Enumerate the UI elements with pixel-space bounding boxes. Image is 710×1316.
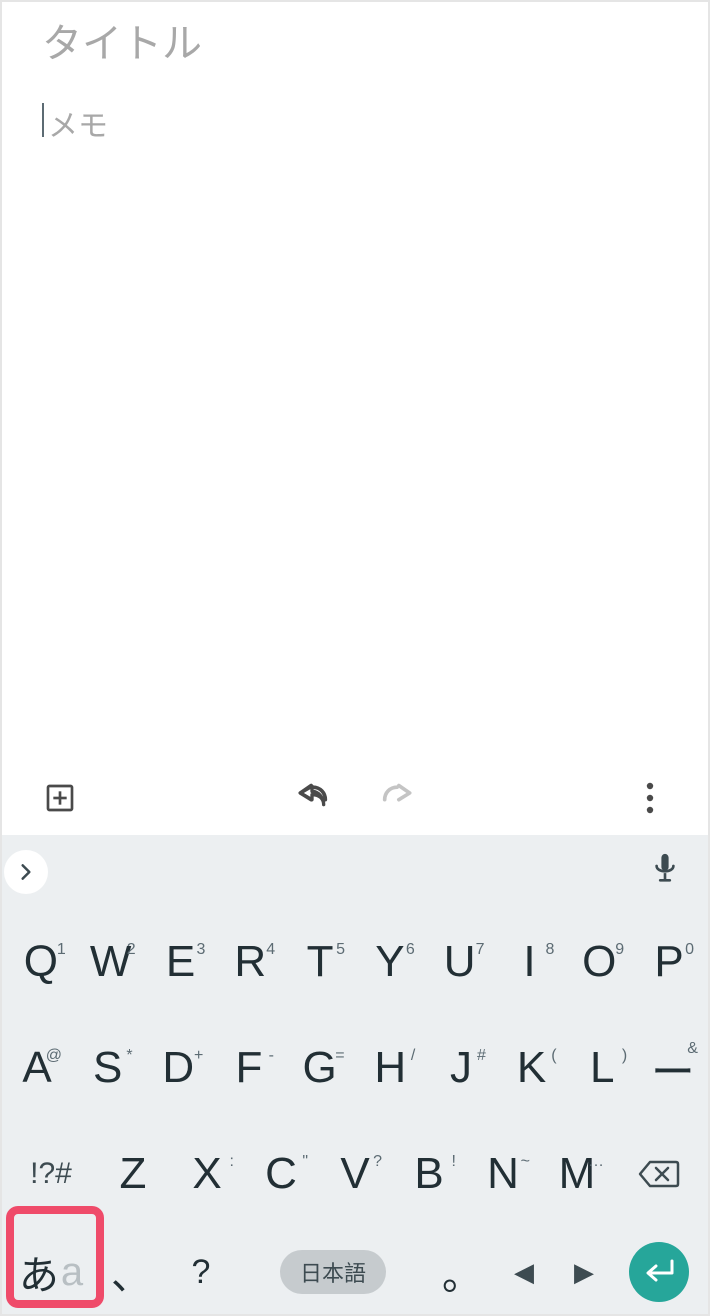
enter-key[interactable] (614, 1242, 704, 1302)
enter-icon (642, 1259, 676, 1285)
text-cursor (42, 103, 44, 137)
lang-inactive-label: a (61, 1250, 83, 1295)
triangle-left-icon: ◀ (514, 1257, 534, 1288)
key-d[interactable]: +D (143, 1043, 213, 1093)
voice-input-button[interactable] (650, 852, 680, 893)
key-m[interactable]: …M (540, 1149, 614, 1199)
question-key[interactable]: ? (166, 1253, 236, 1292)
key-z[interactable]: Z (96, 1149, 170, 1199)
key-v[interactable]: ?V (318, 1149, 392, 1199)
more-button[interactable] (628, 776, 672, 820)
key-l[interactable]: )L (567, 1043, 637, 1093)
spacebar-key[interactable]: 日本語 (236, 1250, 430, 1294)
redo-button[interactable] (376, 776, 420, 820)
key-h[interactable]: /H (355, 1043, 425, 1093)
note-body-input[interactable] (42, 101, 668, 701)
add-button[interactable] (38, 776, 82, 820)
chevron-right-icon (16, 862, 36, 882)
key-s[interactable]: *S (73, 1043, 143, 1093)
comma-key[interactable]: 、 (96, 1243, 166, 1301)
key-b[interactable]: !B (392, 1149, 466, 1199)
key-a[interactable]: @A (2, 1043, 72, 1093)
key-u[interactable]: 7U (425, 937, 495, 987)
note-editor: メモ (2, 2, 708, 835)
note-title-input[interactable] (42, 22, 668, 67)
redo-icon (378, 778, 418, 818)
undo-button[interactable] (290, 776, 334, 820)
key-p[interactable]: 0P (634, 937, 704, 987)
key-k[interactable]: (K (497, 1043, 567, 1093)
key-dash[interactable]: &ー (638, 1036, 708, 1100)
mic-icon (650, 852, 680, 888)
key-y[interactable]: 6Y (355, 937, 425, 987)
spacebar-label: 日本語 (280, 1250, 386, 1294)
keyboard-row-1: 1Q 2W 3E 4R 5T 6Y 7U 8I 9O 0P (2, 909, 708, 1015)
keyboard-row-4: あa 、 ? 日本語 。 ◀ ▶ (2, 1227, 708, 1316)
key-c[interactable]: "C (244, 1149, 318, 1199)
plus-box-icon (44, 782, 76, 814)
key-w[interactable]: 2W (76, 937, 146, 987)
backspace-icon (638, 1158, 680, 1190)
undo-icon (292, 778, 332, 818)
triangle-right-icon: ▶ (574, 1257, 594, 1288)
cursor-left-key[interactable]: ◀ (494, 1257, 554, 1288)
keyboard-header (2, 835, 708, 909)
key-x[interactable]: :X (170, 1149, 244, 1199)
language-toggle-key[interactable]: あa (6, 1243, 96, 1301)
key-n[interactable]: ~N (466, 1149, 540, 1199)
key-e[interactable]: 3E (146, 937, 216, 987)
keyboard-expand-button[interactable] (4, 850, 48, 894)
note-body-wrap[interactable]: メモ (42, 101, 668, 706)
key-t[interactable]: 5T (285, 937, 355, 987)
key-j[interactable]: #J (426, 1043, 496, 1093)
key-f[interactable]: -F (214, 1043, 284, 1093)
key-r[interactable]: 4R (215, 937, 285, 987)
lang-active-label: あ (19, 1243, 59, 1301)
symbols-key[interactable]: !?# (6, 1157, 96, 1191)
period-key[interactable]: 。 (430, 1243, 494, 1301)
more-vert-icon (646, 782, 654, 814)
key-o[interactable]: 9O (564, 937, 634, 987)
onscreen-keyboard: 1Q 2W 3E 4R 5T 6Y 7U 8I 9O 0P @A *S +D -… (2, 835, 708, 1314)
key-g[interactable]: =G (285, 1043, 355, 1093)
key-q[interactable]: 1Q (6, 937, 76, 987)
editor-toolbar (2, 762, 708, 834)
backspace-key[interactable] (614, 1158, 704, 1190)
key-i[interactable]: 8I (495, 937, 565, 987)
cursor-right-key[interactable]: ▶ (554, 1257, 614, 1288)
keyboard-row-2: @A *S +D -F =G /H #J (K )L &ー (2, 1015, 708, 1121)
keyboard-row-3: !?# Z :X "C ?V !B ~N …M (2, 1121, 708, 1227)
